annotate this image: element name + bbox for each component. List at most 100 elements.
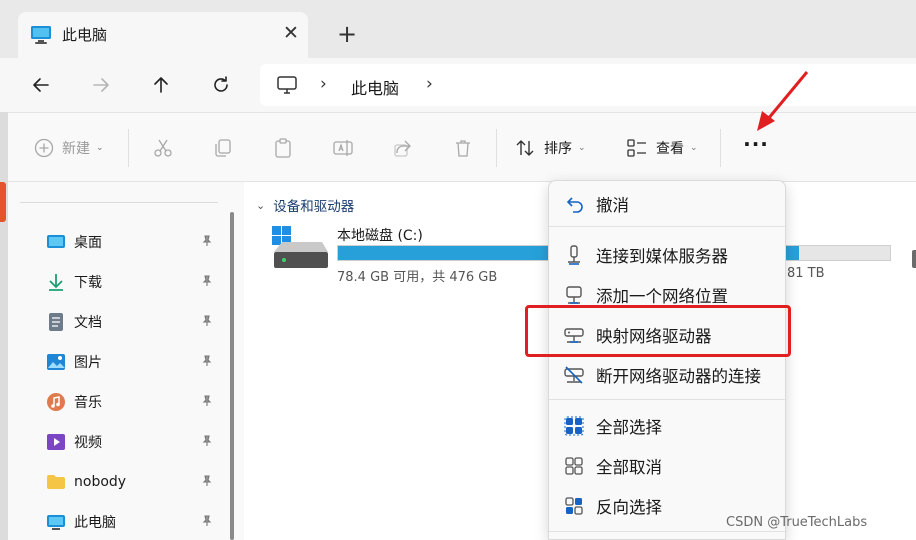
breadcrumb-chevron-icon[interactable]: › <box>426 74 433 94</box>
pin-icon[interactable] <box>200 315 214 329</box>
select-all-icon <box>563 415 585 437</box>
delete-button[interactable] <box>452 135 474 161</box>
view-button[interactable]: 查看 ⌄ <box>626 135 698 161</box>
pin-icon[interactable] <box>200 235 214 249</box>
watermark: CSDN @TrueTechLabs <box>726 515 868 530</box>
toolbar-separator <box>128 129 129 167</box>
sidebar-item-this-pc[interactable]: 此电脑 <box>46 506 226 538</box>
sidebar-item-label: nobody <box>74 474 127 490</box>
chevron-down-icon: ⌄ <box>96 143 104 153</box>
arrow-left-icon <box>33 78 49 92</box>
tab-this-pc[interactable]: 此电脑 ✕ <box>18 12 308 58</box>
sort-icon <box>516 140 534 156</box>
share-icon <box>394 140 411 157</box>
more-options-button[interactable]: ··· <box>742 134 770 161</box>
menu-item-select-all[interactable]: 全部选择 <box>549 407 787 445</box>
pin-icon[interactable] <box>200 395 214 409</box>
pin-icon[interactable] <box>200 355 214 369</box>
address-bar[interactable]: › 此电脑 › <box>260 64 916 106</box>
folder-icon <box>46 472 66 492</box>
sidebar-item-desktop[interactable]: 桌面 <box>46 226 226 258</box>
music-icon <box>46 392 66 412</box>
second-drive-icon[interactable] <box>912 250 916 268</box>
sidebar-item-videos[interactable]: 视频 <box>46 426 226 458</box>
sidebar-item-label: 视频 <box>74 435 102 451</box>
sidebar-item-label: 此电脑 <box>74 515 116 531</box>
paste-button[interactable] <box>272 135 294 161</box>
menu-item-label: 断开网络驱动器的连接 <box>596 367 761 386</box>
trash-icon <box>456 140 470 157</box>
chevron-down-icon: ⌄ <box>690 143 698 153</box>
sidebar-item-label: 桌面 <box>74 235 102 251</box>
pin-icon[interactable] <box>200 275 214 289</box>
sidebar-item-pictures[interactable]: 图片 <box>46 346 226 378</box>
drive-c-icon[interactable] <box>270 224 330 274</box>
pin-icon[interactable] <box>200 475 214 489</box>
network-location-icon <box>563 284 585 306</box>
sidebar-item-music[interactable]: 音乐 <box>46 386 226 418</box>
breadcrumb-chevron-icon[interactable]: › <box>320 74 327 94</box>
sort-label: 排序 <box>544 141 572 157</box>
new-button[interactable]: 新建 ⌄ <box>34 135 104 161</box>
group-label: 设备和驱动器 <box>273 199 355 215</box>
menu-item-label: 全部选择 <box>596 418 662 437</box>
clipboard-icon <box>275 138 291 158</box>
toolbar-separator <box>720 129 721 167</box>
new-tab-button[interactable]: + <box>334 22 360 48</box>
menu-item-undo[interactable]: 撤消 <box>549 185 787 223</box>
menu-item-add-network-location[interactable]: 添加一个网络位置 <box>549 276 787 314</box>
pc-icon <box>46 512 66 532</box>
select-none-icon <box>563 455 585 477</box>
back-button[interactable] <box>27 71 55 99</box>
map-network-drive-icon <box>563 324 585 346</box>
refresh-button[interactable] <box>207 71 235 99</box>
pictures-icon <box>46 352 66 372</box>
navigation-bar: › 此电脑 › <box>0 58 916 112</box>
divider <box>20 202 218 203</box>
sidebar-item-label: 下载 <box>74 275 102 291</box>
group-header-devices[interactable]: ⌄ 设备和驱动器 <box>256 195 355 216</box>
desktop-icon <box>46 232 66 252</box>
share-button[interactable] <box>392 135 414 161</box>
menu-item-map-network-drive[interactable]: 映射网络驱动器 <box>549 316 787 354</box>
pin-icon[interactable] <box>200 435 214 449</box>
sidebar-item-documents[interactable]: 文档 <box>46 306 226 338</box>
sidebar-item-downloads[interactable]: 下载 <box>46 266 226 298</box>
plus-circle-icon <box>34 138 54 158</box>
drive-name: 本地磁盘 (C:) <box>337 228 423 244</box>
sidebar-scrollbar[interactable] <box>230 212 234 540</box>
menu-item-label: 全部取消 <box>596 458 662 477</box>
menu-item-disconnect-network-drive[interactable]: 断开网络驱动器的连接 <box>549 356 787 394</box>
view-icon <box>627 139 646 157</box>
menu-item-label: 映射网络驱动器 <box>596 327 712 346</box>
pc-icon <box>30 25 52 45</box>
more-options-menu: 撤消 连接到媒体服务器 添加一个网络位置 映射网络驱动器 断开网络驱动器的连接 … <box>548 180 787 540</box>
tab-title: 此电脑 <box>62 26 108 44</box>
chevron-down-icon: ⌄ <box>578 143 586 153</box>
pin-icon[interactable] <box>200 515 214 529</box>
menu-item-select-none[interactable]: 全部取消 <box>549 447 787 485</box>
toolbar-separator <box>496 129 497 167</box>
menu-item-label: 反向选择 <box>596 498 662 517</box>
forward-button[interactable] <box>87 71 115 99</box>
sidebar-item-nobody[interactable]: nobody <box>46 466 226 498</box>
cut-button[interactable] <box>152 135 174 161</box>
sort-button[interactable]: 排序 ⌄ <box>514 135 586 161</box>
copy-icon <box>215 139 231 157</box>
sidebar-item-label: 音乐 <box>74 395 102 411</box>
menu-item-connect-media-server[interactable]: 连接到媒体服务器 <box>549 236 787 274</box>
close-tab-icon[interactable]: ✕ <box>282 22 300 44</box>
menu-item-label: 撤消 <box>596 196 629 215</box>
drive-size-text: 78.4 GB 可用，共 476 GB <box>337 270 498 285</box>
breadcrumb-this-pc[interactable]: 此电脑 <box>351 75 399 99</box>
copy-button[interactable] <box>212 135 234 161</box>
chevron-down-icon: ⌄ <box>256 198 266 212</box>
undo-icon <box>563 193 585 215</box>
rename-button[interactable] <box>332 135 354 161</box>
document-icon <box>46 312 66 332</box>
menu-separator <box>549 226 787 227</box>
view-label: 查看 <box>656 141 684 157</box>
drive-size-text: 81 TB <box>787 266 825 281</box>
media-server-icon <box>563 244 585 266</box>
up-button[interactable] <box>147 71 175 99</box>
